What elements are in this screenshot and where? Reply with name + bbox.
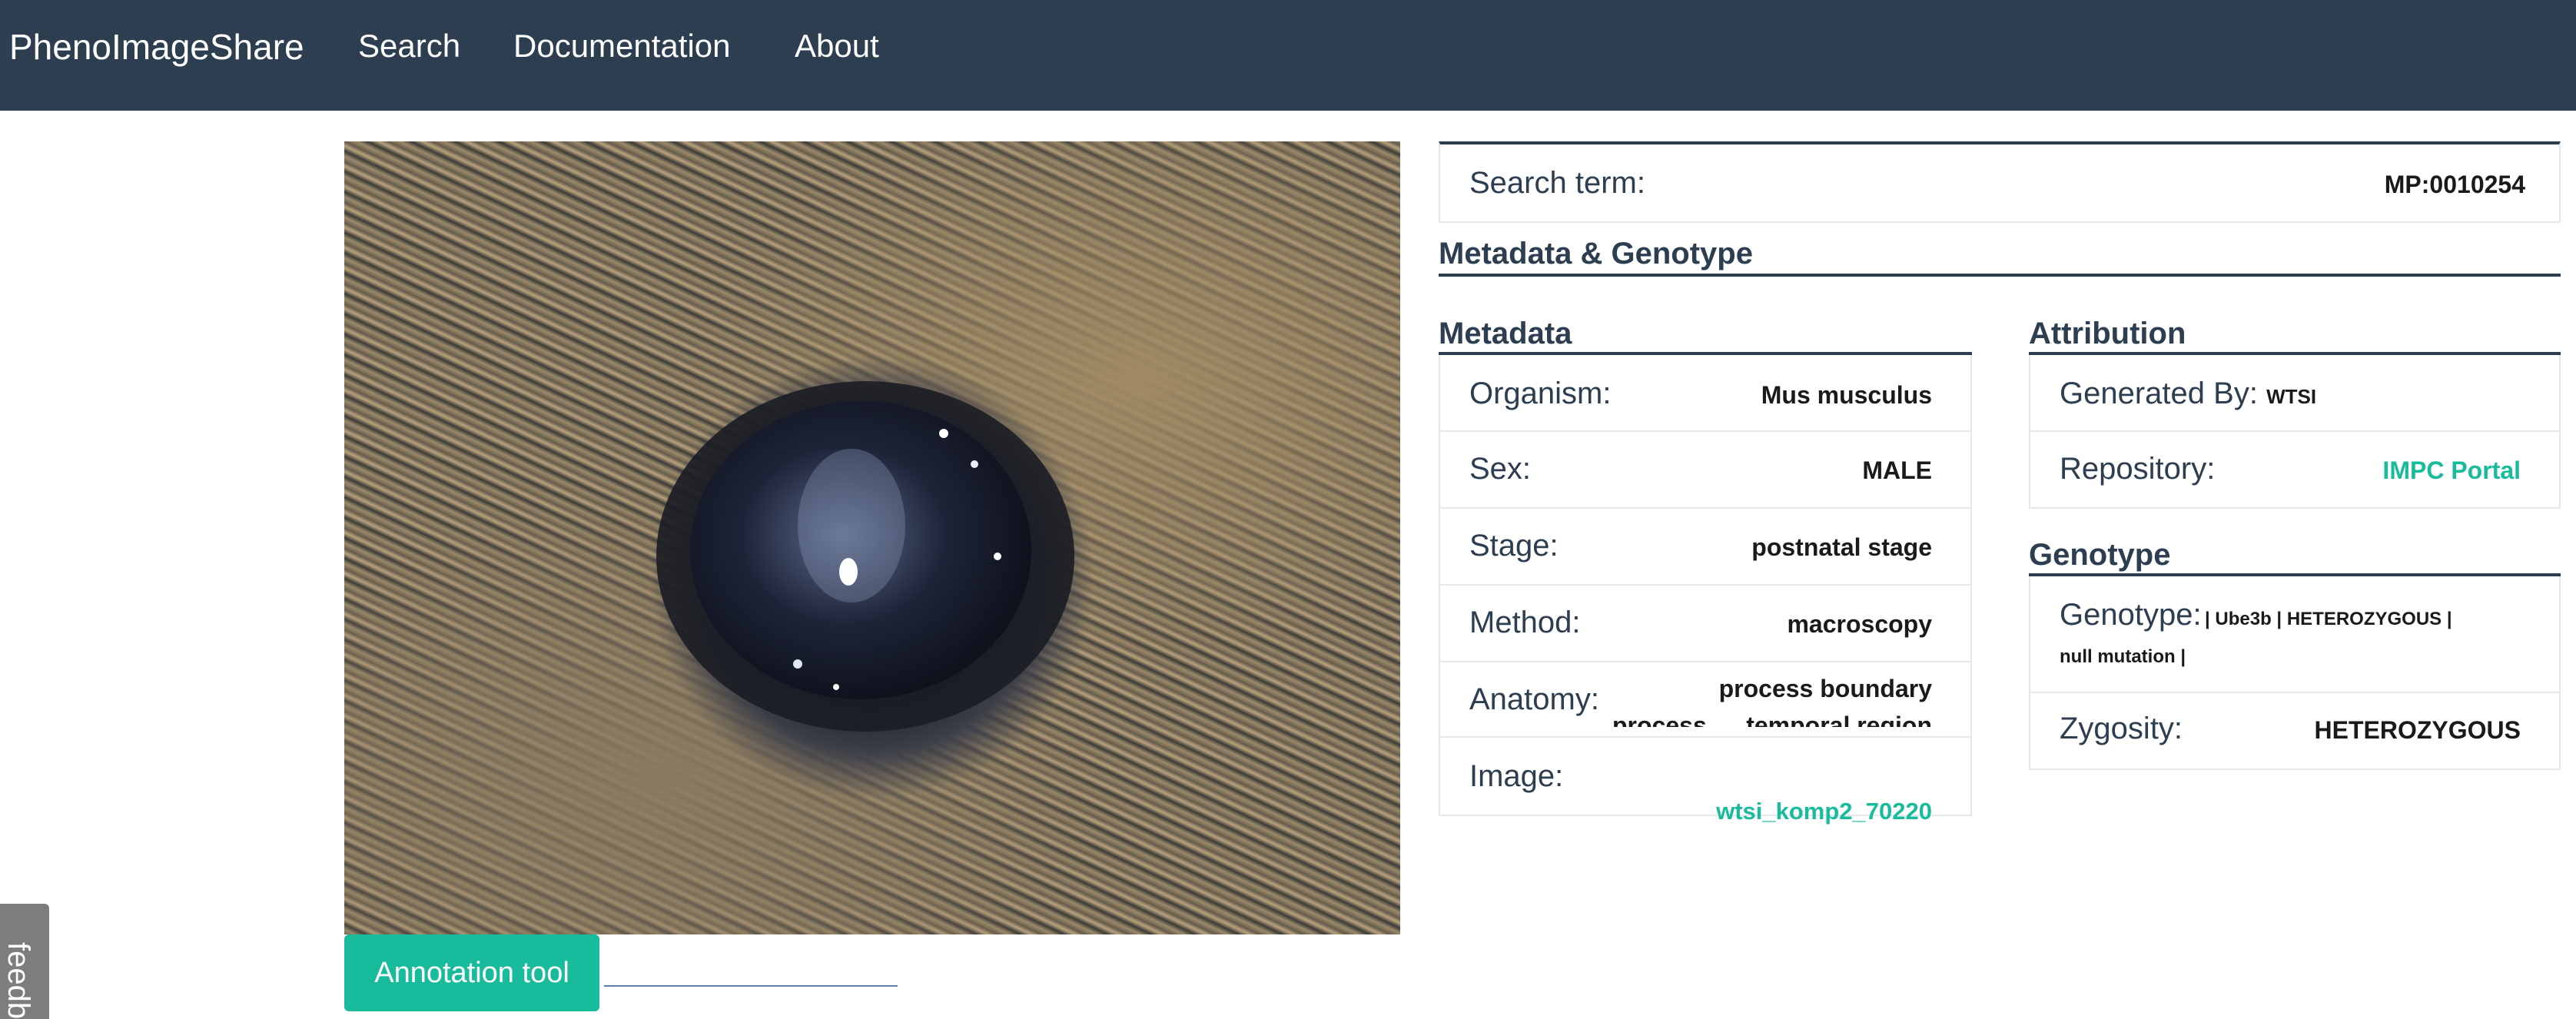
row-divider: [1440, 736, 1970, 738]
metadata-genotype-rule: [1439, 274, 2561, 277]
metadata-heading: Metadata: [1439, 317, 1572, 350]
row-divider: [2030, 692, 2559, 693]
zygosity-value: HETEROZYGOUS: [2314, 716, 2521, 744]
attribution-card: Generated By: WTSI Repository: IMPC Port…: [2029, 355, 2561, 509]
anatomy-value-tertiary: temporal region: [1746, 712, 1932, 727]
row-divider: [2030, 430, 2559, 432]
anatomy-label: Anatomy:: [1469, 682, 1599, 716]
row-divider: [1440, 507, 1970, 509]
specimen-image[interactable]: [344, 141, 1400, 934]
nav-documentation-link[interactable]: Documentation: [513, 28, 731, 65]
annotation-indicator-line: [604, 985, 898, 987]
method-label: Method:: [1469, 606, 1581, 639]
genotype-label: Genotype:: [2060, 598, 2202, 632]
nav-about-link[interactable]: About: [795, 28, 879, 65]
method-value: macroscopy: [1787, 610, 1932, 638]
metadata-card: Organism: Mus musculus Sex: MALE Stage: …: [1439, 355, 1972, 825]
generated-by-label-text: Generated By:: [2060, 377, 2258, 410]
genotype-value-line2: null mutation |: [2060, 646, 2186, 667]
generated-by-value: WTSI: [2266, 385, 2317, 408]
sex-value: MALE: [1862, 456, 1932, 484]
metadata-genotype-heading: Metadata & Genotype: [1439, 237, 1753, 271]
search-term-value: MP:0010254: [2384, 171, 2525, 198]
genotype-row: Genotype: | Ube3b | HETEROZYGOUS | null …: [2060, 598, 2536, 668]
feedback-tab[interactable]: feedback: [0, 904, 49, 1019]
row-divider: [1440, 661, 1970, 662]
genotype-value-line1: | Ube3b | HETEROZYGOUS |: [2205, 609, 2452, 629]
genotype-card: Genotype: | Ube3b | HETEROZYGOUS | null …: [2029, 576, 2561, 770]
stage-label: Stage:: [1469, 529, 1559, 563]
organism-label: Organism:: [1469, 377, 1612, 410]
search-term-label: Search term:: [1469, 166, 1645, 200]
row-divider: [1440, 584, 1970, 586]
attribution-heading: Attribution: [2029, 317, 2186, 350]
sex-label: Sex:: [1469, 452, 1532, 486]
image-id-link[interactable]: wtsi_komp2_70220: [1716, 798, 1932, 825]
anatomy-value-secondary: process: [1612, 712, 1707, 727]
feedback-tab-label: feedback: [2, 942, 35, 1019]
eye-illustration: [656, 381, 1074, 732]
row-divider: [1440, 430, 1970, 432]
stage-value: postnatal stage: [1751, 533, 1932, 561]
annotation-tool-button[interactable]: Annotation tool: [344, 934, 599, 1011]
generated-by-label: Generated By: WTSI: [2060, 377, 2316, 411]
brand-logo[interactable]: PhenoImageShare: [9, 26, 304, 68]
nav-search-link[interactable]: Search: [358, 28, 460, 65]
repository-link[interactable]: IMPC Portal: [2382, 456, 2521, 485]
zygosity-label: Zygosity:: [2060, 712, 2183, 745]
repository-label: Repository:: [2060, 452, 2216, 486]
top-navbar: PhenoImageShare Search Documentation Abo…: [0, 0, 2576, 111]
organism-value: Mus musculus: [1761, 381, 1932, 409]
genotype-heading: Genotype: [2029, 538, 2171, 572]
anatomy-value-primary: process boundary: [1718, 675, 1932, 702]
anatomy-values: process boundary process temporal region: [1609, 669, 1932, 727]
image-label: Image:: [1469, 759, 1564, 793]
search-term-card: Search term: MP:0010254: [1439, 141, 2561, 223]
